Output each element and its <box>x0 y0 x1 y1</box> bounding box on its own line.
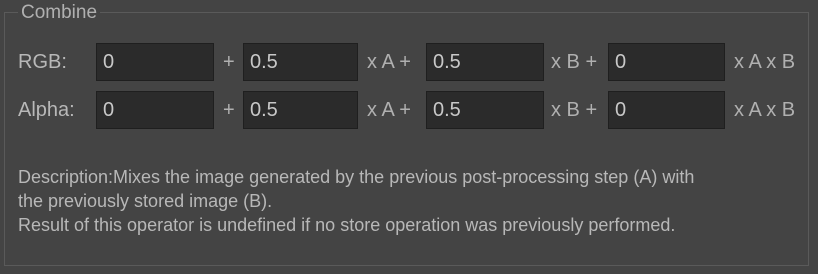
alpha-a-weight-field[interactable]: 0.5 <box>243 91 358 129</box>
description-line-2: the previously stored image (B). <box>18 191 273 211</box>
rgb-row: RGB: 0 + 0.5 x A + 0.5 x B + 0 x A x B <box>0 43 818 81</box>
rgb-constant-field[interactable]: 0 <box>96 43 214 81</box>
alpha-row: Alpha: 0 + 0.5 x A + 0.5 x B + 0 x A x B <box>0 91 818 129</box>
alpha-times-a-label: x A + <box>367 99 411 121</box>
group-title: Combine <box>18 2 101 24</box>
rgb-times-b-label: x B + <box>551 51 598 73</box>
alpha-label: Alpha: <box>18 99 75 121</box>
description-line-1: Description:Mixes the image generated by… <box>18 167 695 187</box>
alpha-ab-weight-field[interactable]: 0 <box>608 91 725 129</box>
rgb-plus-label: + <box>223 51 235 73</box>
rgb-ab-weight-field[interactable]: 0 <box>608 43 725 81</box>
alpha-times-b-label: x B + <box>551 99 598 121</box>
rgb-label: RGB: <box>18 51 67 73</box>
alpha-plus-label: + <box>223 99 235 121</box>
combine-panel: Combine RGB: 0 + 0.5 x A + 0.5 x B + 0 x… <box>0 0 818 274</box>
alpha-constant-field[interactable]: 0 <box>96 91 214 129</box>
description-line-3: Result of this operator is undefined if … <box>18 215 676 235</box>
alpha-times-ab-label: x A x B <box>734 99 796 121</box>
description-text: Description:Mixes the image generated by… <box>18 165 803 237</box>
alpha-b-weight-field[interactable]: 0.5 <box>426 91 544 129</box>
rgb-a-weight-field[interactable]: 0.5 <box>243 43 358 81</box>
rgb-b-weight-field[interactable]: 0.5 <box>426 43 544 81</box>
rgb-times-a-label: x A + <box>367 51 411 73</box>
rgb-times-ab-label: x A x B <box>734 51 796 73</box>
